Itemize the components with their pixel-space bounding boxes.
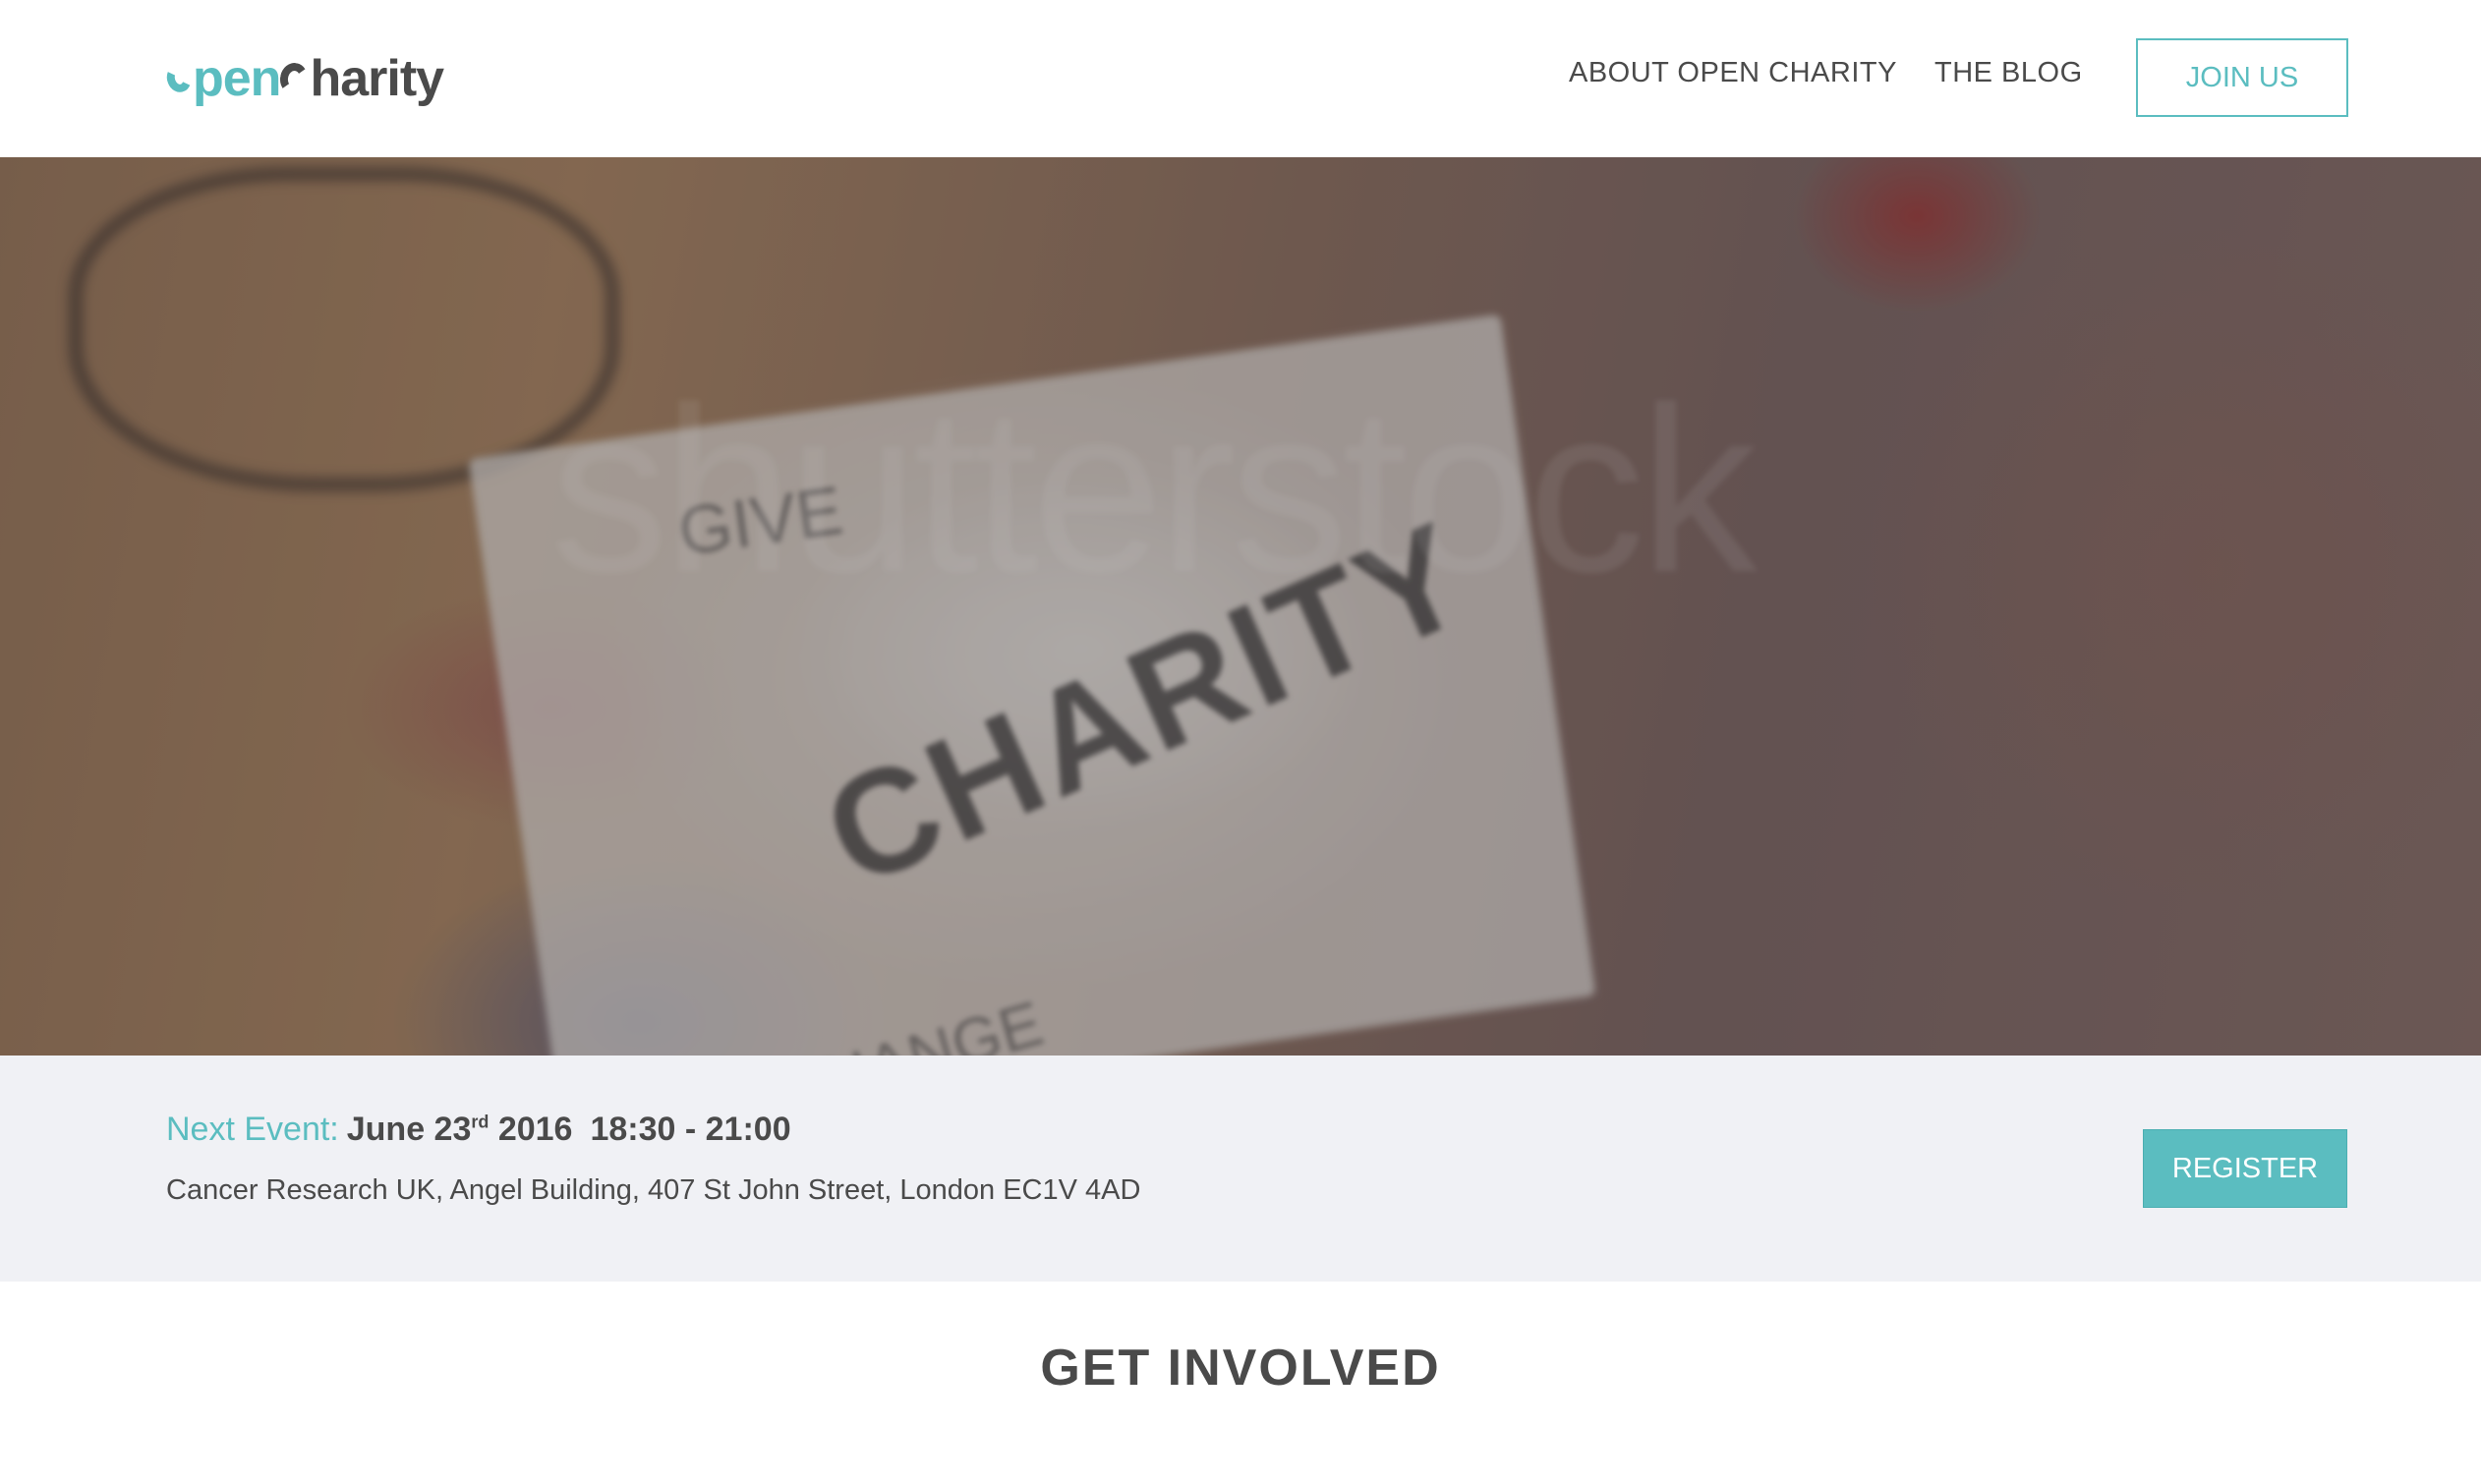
site-header: pen harity ABOUT OPEN CHARITY THE BLOG J… bbox=[0, 0, 2481, 157]
event-time: 18:30 - 21:00 bbox=[590, 1111, 791, 1148]
hero-overlay bbox=[0, 157, 2481, 1056]
next-event-heading: Next Event: June 23rd 2016 18:30 - 21:00 bbox=[166, 1111, 791, 1149]
event-date: June 23rd 2016 bbox=[347, 1111, 573, 1148]
logo-text-open: pen bbox=[193, 50, 281, 107]
logo-c-mark-icon bbox=[277, 60, 312, 97]
register-button[interactable]: REGISTER bbox=[2143, 1129, 2347, 1208]
next-event-label: Next Event: bbox=[166, 1111, 339, 1148]
event-date-year: 2016 bbox=[497, 1111, 573, 1148]
get-involved-title: GET INVOLVED bbox=[1040, 1340, 1441, 1397]
nav-about-link[interactable]: ABOUT OPEN CHARITY bbox=[1569, 57, 1897, 89]
logo-o-mark-icon bbox=[162, 61, 196, 96]
join-us-button[interactable]: JOIN US bbox=[2136, 38, 2348, 117]
logo-text-charity: harity bbox=[310, 50, 444, 107]
nav-blog-link[interactable]: THE BLOG bbox=[1934, 57, 2083, 89]
event-date-day: June 23 bbox=[346, 1111, 472, 1148]
open-charity-logo[interactable]: pen harity bbox=[162, 45, 444, 112]
next-event-bar bbox=[0, 1056, 2481, 1282]
event-address: Cancer Research UK, Angel Building, 407 … bbox=[166, 1174, 1141, 1206]
event-date-suffix: rd bbox=[471, 1112, 490, 1132]
hero-image: GIVE CHARITY CHANGE shutterstock bbox=[0, 157, 2481, 1056]
